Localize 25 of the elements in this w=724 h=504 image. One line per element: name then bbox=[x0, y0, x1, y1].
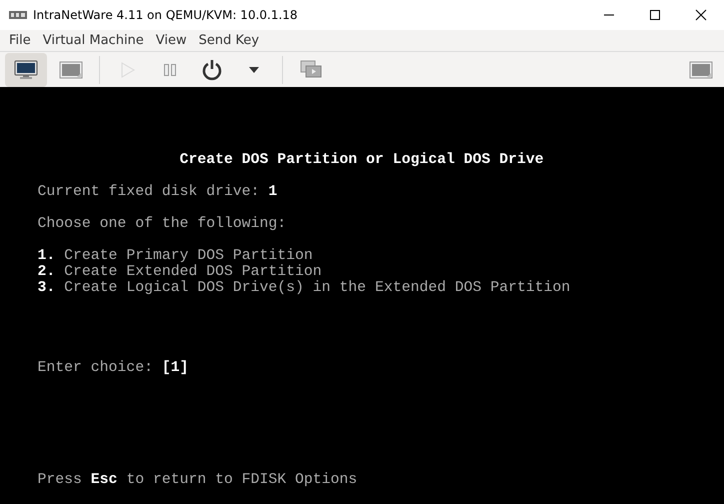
menu-item[interactable]: View bbox=[150, 30, 193, 51]
menu-item[interactable]: File bbox=[3, 30, 37, 51]
pause-icon bbox=[163, 62, 177, 76]
window-title: IntraNetWare 4.11 on QEMU/KVM: 10.0.1.18 bbox=[33, 8, 298, 22]
screen-title: Create DOS Partition or Logical DOS Drive bbox=[180, 152, 544, 168]
prompt-text: Enter choice: [1] bbox=[38, 360, 188, 376]
monitor-icon bbox=[14, 60, 38, 80]
power-icon bbox=[201, 58, 223, 80]
screens-icon bbox=[300, 60, 322, 80]
menu-option: 3. Create Logical DOS Drive(s) in the Extended DOS Partition bbox=[38, 280, 570, 296]
screen-icon bbox=[59, 60, 83, 78]
play-icon bbox=[121, 62, 135, 78]
menu-item[interactable]: Send Key bbox=[192, 30, 266, 51]
console-button[interactable] bbox=[5, 52, 47, 86]
footer-text: Press Esc to return to FDISK Options bbox=[38, 472, 358, 488]
menu-item[interactable]: Virtual Machine bbox=[36, 30, 150, 51]
screen-icon bbox=[689, 60, 713, 78]
menu-option: 2. Create Extended DOS Partition bbox=[38, 264, 322, 280]
close-icon bbox=[695, 9, 707, 21]
info-text: Current fixed disk drive: 1 bbox=[38, 184, 278, 200]
menu-option: 1. Create Primary DOS Partition bbox=[38, 248, 313, 264]
caret-icon bbox=[249, 66, 259, 72]
app-icon bbox=[9, 10, 27, 20]
maximize-icon bbox=[649, 9, 661, 21]
info-text: Choose one of the following: bbox=[38, 216, 286, 232]
